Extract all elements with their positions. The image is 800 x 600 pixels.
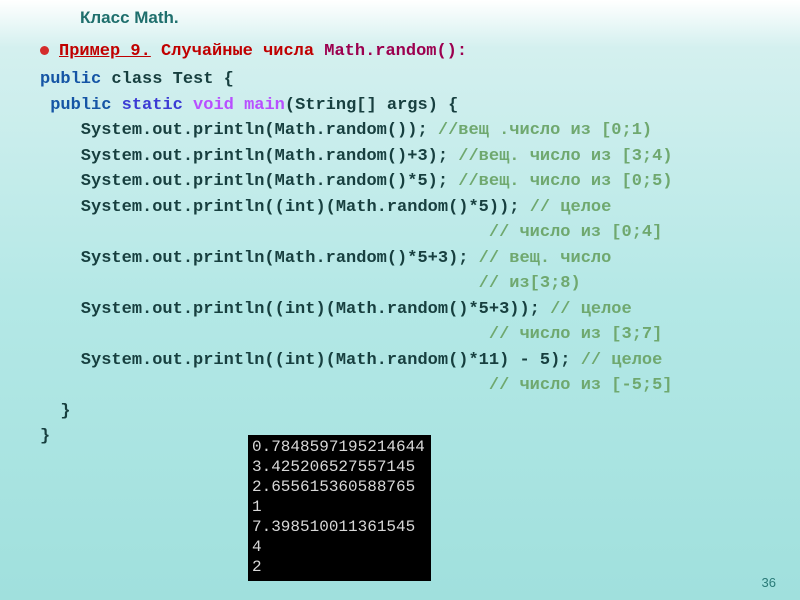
example-desc: Случайные числа <box>151 42 324 61</box>
output-line: 2.655615360588765 <box>252 478 415 496</box>
output-line: 0.7848597195214644 <box>252 438 425 456</box>
slide-title: Класс Math. <box>80 8 770 28</box>
example-call: Math.random(): <box>324 42 467 61</box>
example-text: Пример 9. Случайные числа Math.random(): <box>59 42 467 61</box>
output-line: 7.398510011361545 <box>252 518 415 536</box>
bullet-icon <box>40 46 49 55</box>
output-line: 3.425206527557145 <box>252 458 415 476</box>
console-output: 0.7848597195214644 3.425206527557145 2.6… <box>248 435 431 581</box>
slide-container: Класс Math. Пример 9. Случайные числа Ma… <box>0 0 800 600</box>
output-line: 1 <box>252 498 262 516</box>
kw-public: public <box>40 70 101 89</box>
code-block: public class Test { public static void m… <box>40 67 770 450</box>
example-row: Пример 9. Случайные числа Math.random(): <box>40 40 770 61</box>
example-label: Пример 9. <box>59 42 151 61</box>
page-number: 36 <box>762 575 776 590</box>
output-line: 2 <box>252 558 262 576</box>
output-line: 4 <box>252 538 262 556</box>
